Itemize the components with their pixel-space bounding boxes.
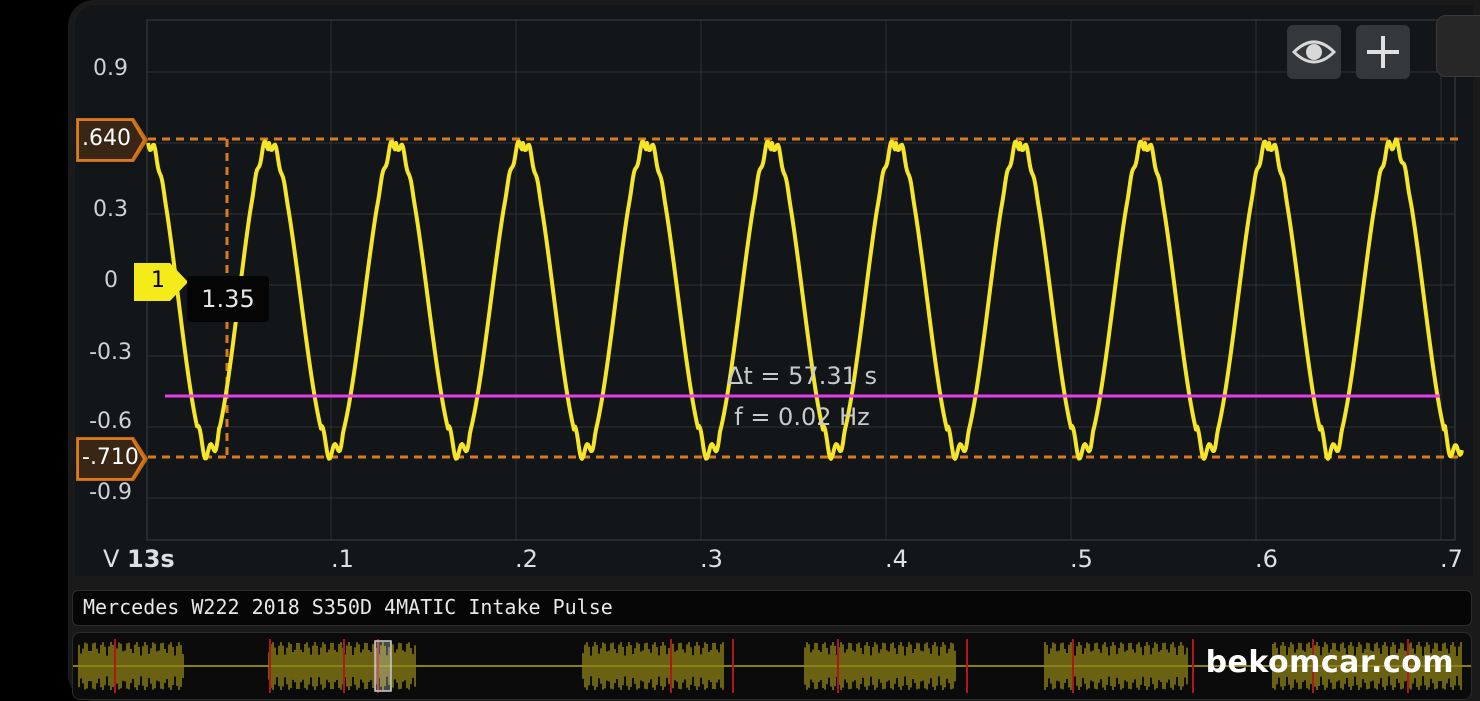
lower-cursor-value: -.710: [82, 445, 139, 470]
x-tick-label: .4: [885, 545, 908, 573]
x-tick-label: .7: [1440, 545, 1463, 573]
toggle-visibility-button[interactable]: [1287, 25, 1341, 79]
signal-title: Mercedes W222 2018 S350D 4MATIC Intake P…: [83, 595, 613, 619]
channel-1-marker[interactable]: 1: [134, 263, 188, 301]
plot-border: [146, 19, 1456, 541]
add-channel-button[interactable]: [1356, 25, 1410, 79]
oscilloscope-panel[interactable]: [75, 5, 1473, 576]
y-tick-label: -0.3: [89, 340, 132, 365]
overview-viewport-window: [374, 640, 392, 692]
upper-cursor-value: .640: [82, 126, 131, 151]
scope-grid: [146, 19, 1456, 541]
y-tick-label: -0.9: [89, 480, 132, 505]
lower-cursor-marker[interactable]: -.710: [76, 437, 148, 481]
y-tick-label: 0: [104, 268, 118, 293]
x-tick-label: .5: [1070, 545, 1093, 573]
x-tick-label: .3: [700, 545, 723, 573]
frequency-readout: f = 0.02 Hz: [734, 403, 870, 431]
delta-time-readout: Δt = 57.31 s: [726, 362, 878, 390]
plus-icon: [1367, 36, 1399, 68]
signal-title-bar: Mercedes W222 2018 S350D 4MATIC Intake P…: [72, 590, 1472, 626]
watermark-text: bekomcar.com: [1205, 645, 1454, 680]
y-tick-label: -0.6: [89, 409, 132, 434]
upper-cursor-marker[interactable]: .640: [76, 118, 148, 162]
y-tick-label: 0.9: [93, 56, 128, 81]
y-tick-label: 0.3: [93, 197, 128, 222]
x-tick-label: .2: [515, 545, 538, 573]
x-tick-label: .1: [331, 545, 354, 573]
channel-number: 1: [151, 268, 165, 293]
y-unit-label: V: [103, 545, 120, 573]
cursor-tooltip: 1.35: [187, 276, 269, 322]
time-start-label: 13s: [127, 545, 175, 573]
side-drawer-handle[interactable]: [1436, 15, 1480, 77]
eye-icon: [1291, 40, 1337, 64]
x-tick-label: .6: [1255, 545, 1278, 573]
